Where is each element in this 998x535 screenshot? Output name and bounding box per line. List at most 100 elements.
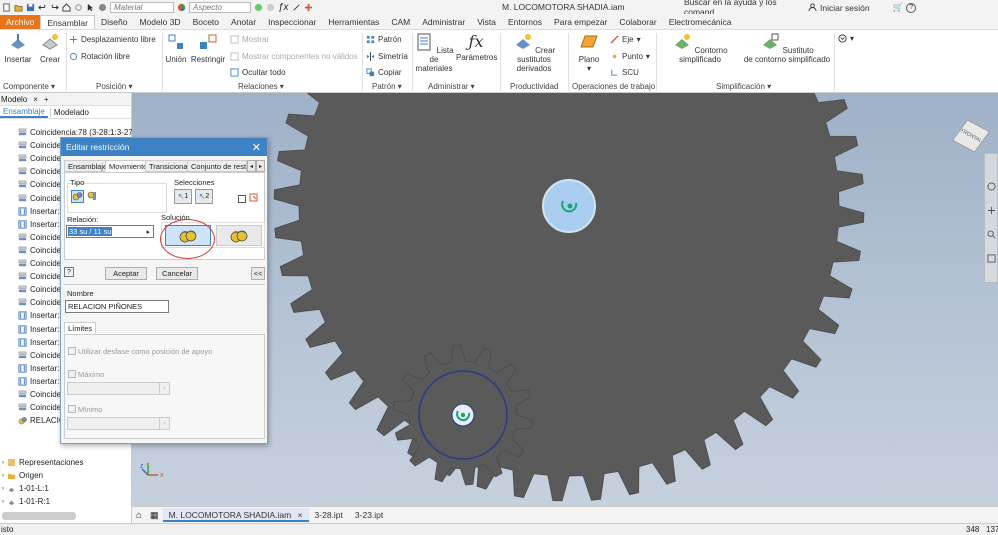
tab-inspeccionar[interactable]: Inspeccionar — [262, 15, 322, 29]
relaciones-group-label[interactable]: Relaciones ▾ — [238, 82, 284, 91]
lista-de-materiales-button[interactable]: Lista de materiales — [414, 33, 454, 73]
large-gear[interactable] — [273, 93, 865, 502]
tree-item-representaciones[interactable]: › Representaciones — [2, 456, 83, 469]
tree-item-constraint[interactable]: Insertar:3 — [18, 323, 64, 336]
parametros-button[interactable]: ƒx Parámetros — [456, 33, 497, 63]
appearance-combo[interactable]: Aspecto — [189, 1, 251, 13]
type-rotation-translation-button[interactable] — [86, 190, 99, 203]
tab-cam[interactable]: CAM — [385, 15, 416, 29]
tab-ensamblar[interactable]: Ensamblar — [40, 15, 95, 29]
tree-item-constraint[interactable]: Coincider — [18, 178, 64, 191]
orbit-icon[interactable] — [987, 182, 996, 191]
tab-modelo[interactable]: Modelo — [1, 95, 27, 104]
aceptar-button[interactable]: Aceptar — [105, 267, 147, 280]
productividad-group-label[interactable]: Productividad — [510, 82, 558, 91]
tab-vista[interactable]: Vista — [471, 15, 502, 29]
tree-item-constraint[interactable]: Coincider — [18, 192, 64, 205]
navigation-bar[interactable] — [984, 153, 998, 283]
tab-herramientas[interactable]: Herramientas — [322, 15, 385, 29]
componente-group-label[interactable]: Componente ▾ — [3, 82, 55, 91]
tab-para-empezar[interactable]: Para empezar — [548, 15, 613, 29]
tree-item-part1[interactable]: › 1-01-L:1 — [2, 482, 49, 495]
tree-item-constraint[interactable]: Coincider — [18, 270, 64, 283]
crear-sustitutos-button[interactable]: Crear sustitutos derivados — [504, 33, 564, 73]
tree-item-constraint[interactable]: Coincider — [18, 401, 64, 414]
tab-administrar[interactable]: Administrar — [416, 15, 471, 29]
tree-item-constraint[interactable]: Coincider — [18, 257, 64, 270]
mostrar-componentes-button[interactable]: Mostrar componentes no válidos — [230, 52, 358, 61]
adjust-icon[interactable] — [254, 3, 263, 12]
tab-entornos[interactable]: Entornos — [502, 15, 548, 29]
solution-reverse-button[interactable] — [216, 225, 262, 246]
tree-item-constraint[interactable]: Coincider — [18, 283, 64, 296]
tab-colaborar[interactable]: Colaborar — [613, 15, 662, 29]
tab-modelo-3d[interactable]: Modelo 3D — [133, 15, 186, 29]
open-folder-icon[interactable] — [14, 3, 23, 12]
tab-scroll-left-icon[interactable]: ◂ — [247, 160, 256, 172]
new-file-icon[interactable] — [2, 2, 11, 12]
undo-icon[interactable] — [38, 3, 47, 12]
tree-item-origen[interactable]: › Origen — [2, 469, 43, 482]
fx-icon[interactable]: ƒx — [278, 2, 289, 13]
material-combo[interactable]: Material — [110, 1, 174, 13]
type-rotation-button[interactable] — [71, 190, 84, 203]
eje-button[interactable]: Eje ▾ — [610, 35, 641, 44]
ribbon-options-button[interactable]: ▾ — [838, 34, 854, 43]
simplificacion-group-label[interactable]: Simplificación ▾ — [716, 82, 771, 91]
scu-button[interactable]: SCU — [610, 68, 639, 77]
tab-scroll-right-icon[interactable]: ▸ — [256, 160, 265, 172]
measure-icon[interactable] — [292, 3, 301, 12]
rotacion-libre-button[interactable]: Rotación libre — [69, 52, 130, 61]
tab-electromecanica[interactable]: Electromecánica — [663, 15, 738, 29]
desplazamiento-libre-button[interactable]: Desplazamiento libre — [69, 35, 156, 44]
tree-item-constraint[interactable]: Insertar:3 — [18, 375, 64, 388]
sustituto-contorno-button[interactable]: Sustituto de contorno simplificado — [742, 33, 832, 64]
insertar-button[interactable]: Insertar — [2, 33, 34, 64]
first-selection-checkbox[interactable] — [238, 195, 246, 203]
dialog-tab-transicional[interactable]: Transicional — [145, 160, 194, 172]
union-button[interactable]: Unión — [164, 33, 188, 64]
selection-2-button[interactable]: ↖ 2 — [195, 189, 213, 204]
cancelar-button[interactable]: Cancelar — [156, 267, 198, 280]
home-icon[interactable]: ⌂ — [132, 510, 146, 521]
subtab-modelado[interactable]: Modelado — [49, 107, 92, 117]
clear-appearance-icon[interactable] — [266, 3, 275, 12]
arrow-right-icon[interactable]: › — [159, 418, 169, 429]
tree-item-constraint[interactable]: Coincider — [18, 152, 64, 165]
nombre-input[interactable]: RELACION PIÑONES — [65, 300, 169, 313]
tree-item-constraint[interactable]: Insertar:3 — [18, 205, 64, 218]
redo-icon[interactable] — [50, 3, 59, 12]
help-search-box[interactable]: Buscar en la ayuda y los comand — [684, 0, 802, 17]
minimo-input[interactable]: › — [67, 417, 170, 430]
tree-item-constraint[interactable]: Coincider — [18, 244, 64, 257]
restringir-button[interactable]: Restringir — [190, 33, 226, 64]
dialog-tab-conjunto[interactable]: Conjunto de restric — [187, 160, 247, 172]
prioritize-icon[interactable] — [249, 193, 259, 203]
dialog-close-icon[interactable]: ✕ — [252, 141, 261, 154]
pan-icon[interactable] — [987, 206, 996, 215]
home-icon[interactable] — [62, 2, 71, 12]
subtab-ensamblaje[interactable]: Ensamblaje — [0, 107, 48, 118]
tree-item-constraint[interactable]: Coincider — [18, 139, 64, 152]
administrar-group-label[interactable]: Administrar ▾ — [428, 82, 475, 91]
update-icon[interactable] — [74, 3, 83, 12]
tree-item-part2[interactable]: › 1-01-R:1 — [2, 495, 50, 508]
arrow-right-icon[interactable]: ▸ — [146, 228, 150, 236]
contorno-simplificado-button[interactable]: Contorno simplificado — [660, 33, 740, 64]
arrow-right-icon[interactable]: › — [159, 383, 169, 394]
patron-button[interactable]: Patrón — [366, 35, 402, 44]
doc-tab-part-3-28[interactable]: 3-28.ipt — [309, 508, 349, 522]
mostrar-button[interactable]: Mostrar — [230, 35, 269, 44]
tab-boceto[interactable]: Boceto — [187, 15, 225, 29]
minimo-checkbox[interactable] — [68, 405, 76, 413]
punto-button[interactable]: Punto ▾ — [610, 52, 650, 61]
dialog-title-bar[interactable]: Editar restricción — [61, 138, 267, 156]
tab-anotar[interactable]: Anotar — [225, 15, 262, 29]
maximo-input[interactable]: › — [67, 382, 170, 395]
plano-button[interactable]: Plano ▾ — [574, 33, 604, 73]
gear-body[interactable] — [273, 93, 865, 502]
tree-item-constraint[interactable]: Insertar:3 — [18, 336, 64, 349]
operaciones-group-label[interactable]: Operaciones de trabajo — [572, 82, 655, 91]
save-icon[interactable] — [26, 3, 35, 12]
tree-item-constraint[interactable]: Coincider — [18, 388, 64, 401]
